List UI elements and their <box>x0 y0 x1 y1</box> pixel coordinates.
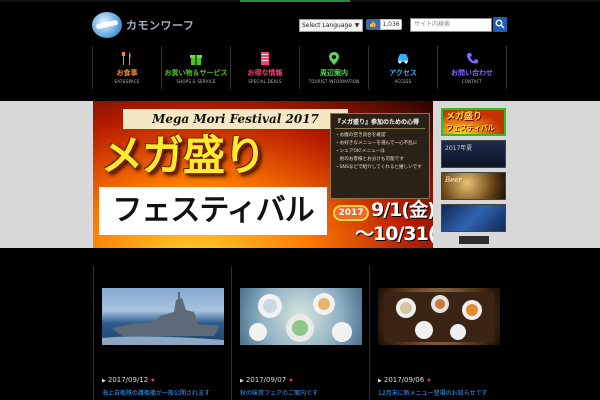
nav-item-shops[interactable]: お買い物＆サービス SHOPS & SERVICE <box>162 46 231 89</box>
search-placeholder: サイト内検索 <box>414 21 451 28</box>
card-title-link[interactable]: 12月末に新メニュー登場のお知らせです <box>378 388 502 397</box>
set-meal-illustration <box>384 292 494 342</box>
play-triangle-icon: ▶ <box>102 378 106 384</box>
facebook-like-button[interactable]: 👍 1,036 <box>366 19 402 30</box>
thumb-label-2: フェスティバル <box>446 124 495 132</box>
play-triangle-icon: ▶ <box>240 378 244 384</box>
news-card[interactable]: ▶ 2017/09/07 ★ 秋の味覚フェアのご案内です <box>231 266 368 400</box>
language-select[interactable]: Select Language ▼ <box>299 19 363 32</box>
banner-rules-note: 『メガ盛り』参加のための心得 ・お腹の空き具合を確認 ・お好きなメニューを選んで… <box>330 113 430 199</box>
card-date: ▶ 2017/09/07 ★ <box>240 376 294 384</box>
thumb-label: Beer <box>445 176 462 184</box>
card-title-link[interactable]: 秋の味覚フェアのご案内です <box>240 388 364 397</box>
search-button[interactable] <box>493 17 507 32</box>
news-cards: ▶ 2017/09/12 ★ 海上自衛隊の護衛艦が一般公開されます ▶ 2017/09… <box>93 266 506 400</box>
banner-title-line2: フェスティバル <box>99 187 327 235</box>
nav-item-tourist[interactable]: 周辺案内 TOURIST INFORMATION <box>300 46 369 89</box>
news-card[interactable]: ▶ 2017/09/06 ★ 12月末に新メニュー登場のお知らせです <box>369 266 506 400</box>
thumbs-up-icon: 👍 <box>369 21 377 28</box>
nav-sublabel: ACCESS <box>394 78 412 84</box>
banner-note-line: ・SNSなどで紹介してくれると嬉しいです <box>335 165 422 170</box>
new-badge-icon: ★ <box>288 377 294 384</box>
search-input[interactable]: サイト内検索 <box>410 18 492 32</box>
banner-note-line: 他のお客様とお分けも可能です <box>335 157 404 162</box>
nav-label: お食事 <box>116 68 138 77</box>
card-title-link[interactable]: 海上自衛隊の護衛艦が一般公開されます <box>102 388 226 397</box>
nav-item-access[interactable]: アクセス ACCESS <box>369 46 438 89</box>
play-triangle-icon: ▶ <box>378 378 382 384</box>
banner-title-line1: メガ盛り <box>101 131 266 180</box>
main-banner[interactable]: Mega Mori Festival 2017 メガ盛り フェスティバル 『メガ… <box>93 101 433 248</box>
card-image-warship <box>102 288 224 345</box>
thumb-label: メガ盛り <box>446 112 483 122</box>
car-icon <box>398 53 408 63</box>
nav-item-eat[interactable]: お食事 EAT&SPACE <box>93 46 162 89</box>
news-card[interactable]: ▶ 2017/09/12 ★ 海上自衛隊の護衛艦が一般公開されます <box>93 266 230 400</box>
card-date-text: 2017/09/07 <box>245 376 287 384</box>
banner-note-line: ・シェアOK!メニューは <box>335 149 385 154</box>
banner-note-head: 『メガ盛り』参加のための心得 <box>335 117 425 129</box>
like-count: 1,036 <box>380 19 402 30</box>
fork-knife-icon <box>122 51 131 65</box>
nav-label: お得な情報 <box>247 68 283 77</box>
card-date-text: 2017/09/06 <box>383 376 425 384</box>
new-badge-icon: ★ <box>426 377 432 384</box>
nav-label: お買い物＆サービス <box>164 68 228 77</box>
nav-label: 周辺案内 <box>320 68 348 77</box>
banner-note-line: ・お好きなメニューを選んで一心不乱に <box>335 141 418 146</box>
logo-mark-icon <box>92 12 122 38</box>
coupon-icon <box>261 51 269 65</box>
nav-item-deals[interactable]: お得な情報 SPECIAL DEALS <box>231 46 300 89</box>
nav-label: お問い合わせ <box>451 68 493 77</box>
top-accent-bar <box>240 0 350 2</box>
card-date: ▶ 2017/09/06 ★ <box>378 376 432 384</box>
slider-thumbnails: メガ盛り フェスティバル 2017年夏 Beer <box>441 108 506 244</box>
banner-note-line: ・お腹の空き具合を確認 <box>335 133 386 138</box>
main-nav: お食事 EAT&SPACE お買い物＆サービス SHOPS & SERVICE … <box>92 46 507 89</box>
nav-sublabel: TOURIST INFORMATION <box>308 78 360 84</box>
slider-thumb[interactable]: メガ盛り フェスティバル <box>441 108 506 136</box>
thumb-label: 2017年夏 <box>445 145 473 152</box>
language-select-value: Select Language <box>302 22 353 29</box>
nav-item-contact[interactable]: お問い合わせ CONTACT <box>438 46 507 89</box>
food-platter-illustration <box>249 293 352 342</box>
nav-sublabel: SPECIAL DEALS <box>248 78 282 84</box>
warship-illustration <box>102 292 224 345</box>
card-image-set-meal <box>378 288 500 345</box>
nav-sublabel: SHOPS & SERVICE <box>176 78 216 84</box>
card-date: ▶ 2017/09/12 ★ <box>102 376 156 384</box>
new-badge-icon: ★ <box>150 377 156 384</box>
nav-sublabel: EAT&SPACE <box>114 78 140 84</box>
banner-date-end: ～10/31(火) <box>355 223 433 245</box>
banner-date-start: 9/1(金) <box>371 199 433 221</box>
nav-label: アクセス <box>389 68 417 77</box>
phone-icon <box>467 52 478 63</box>
banner-headline: Mega Mori Festival 2017 <box>123 109 348 129</box>
search-icon <box>495 19 505 29</box>
slider-thumb[interactable]: 2017年夏 <box>441 140 506 168</box>
logo-text: カモンワーフ <box>126 19 195 32</box>
site-logo[interactable]: カモンワーフ <box>92 10 196 40</box>
chevron-down-icon: ▼ <box>354 22 360 29</box>
location-icon <box>329 51 339 65</box>
card-date-text: 2017/09/12 <box>107 376 149 384</box>
thumb-scroll-down-button[interactable] <box>458 236 489 244</box>
nav-sublabel: CONTACT <box>461 78 483 84</box>
card-image-food-platter <box>240 288 362 345</box>
top-accent-line <box>0 0 600 2</box>
slider-thumb[interactable] <box>441 204 506 232</box>
gift-icon <box>190 54 202 65</box>
slider-thumb[interactable]: Beer <box>441 172 506 200</box>
